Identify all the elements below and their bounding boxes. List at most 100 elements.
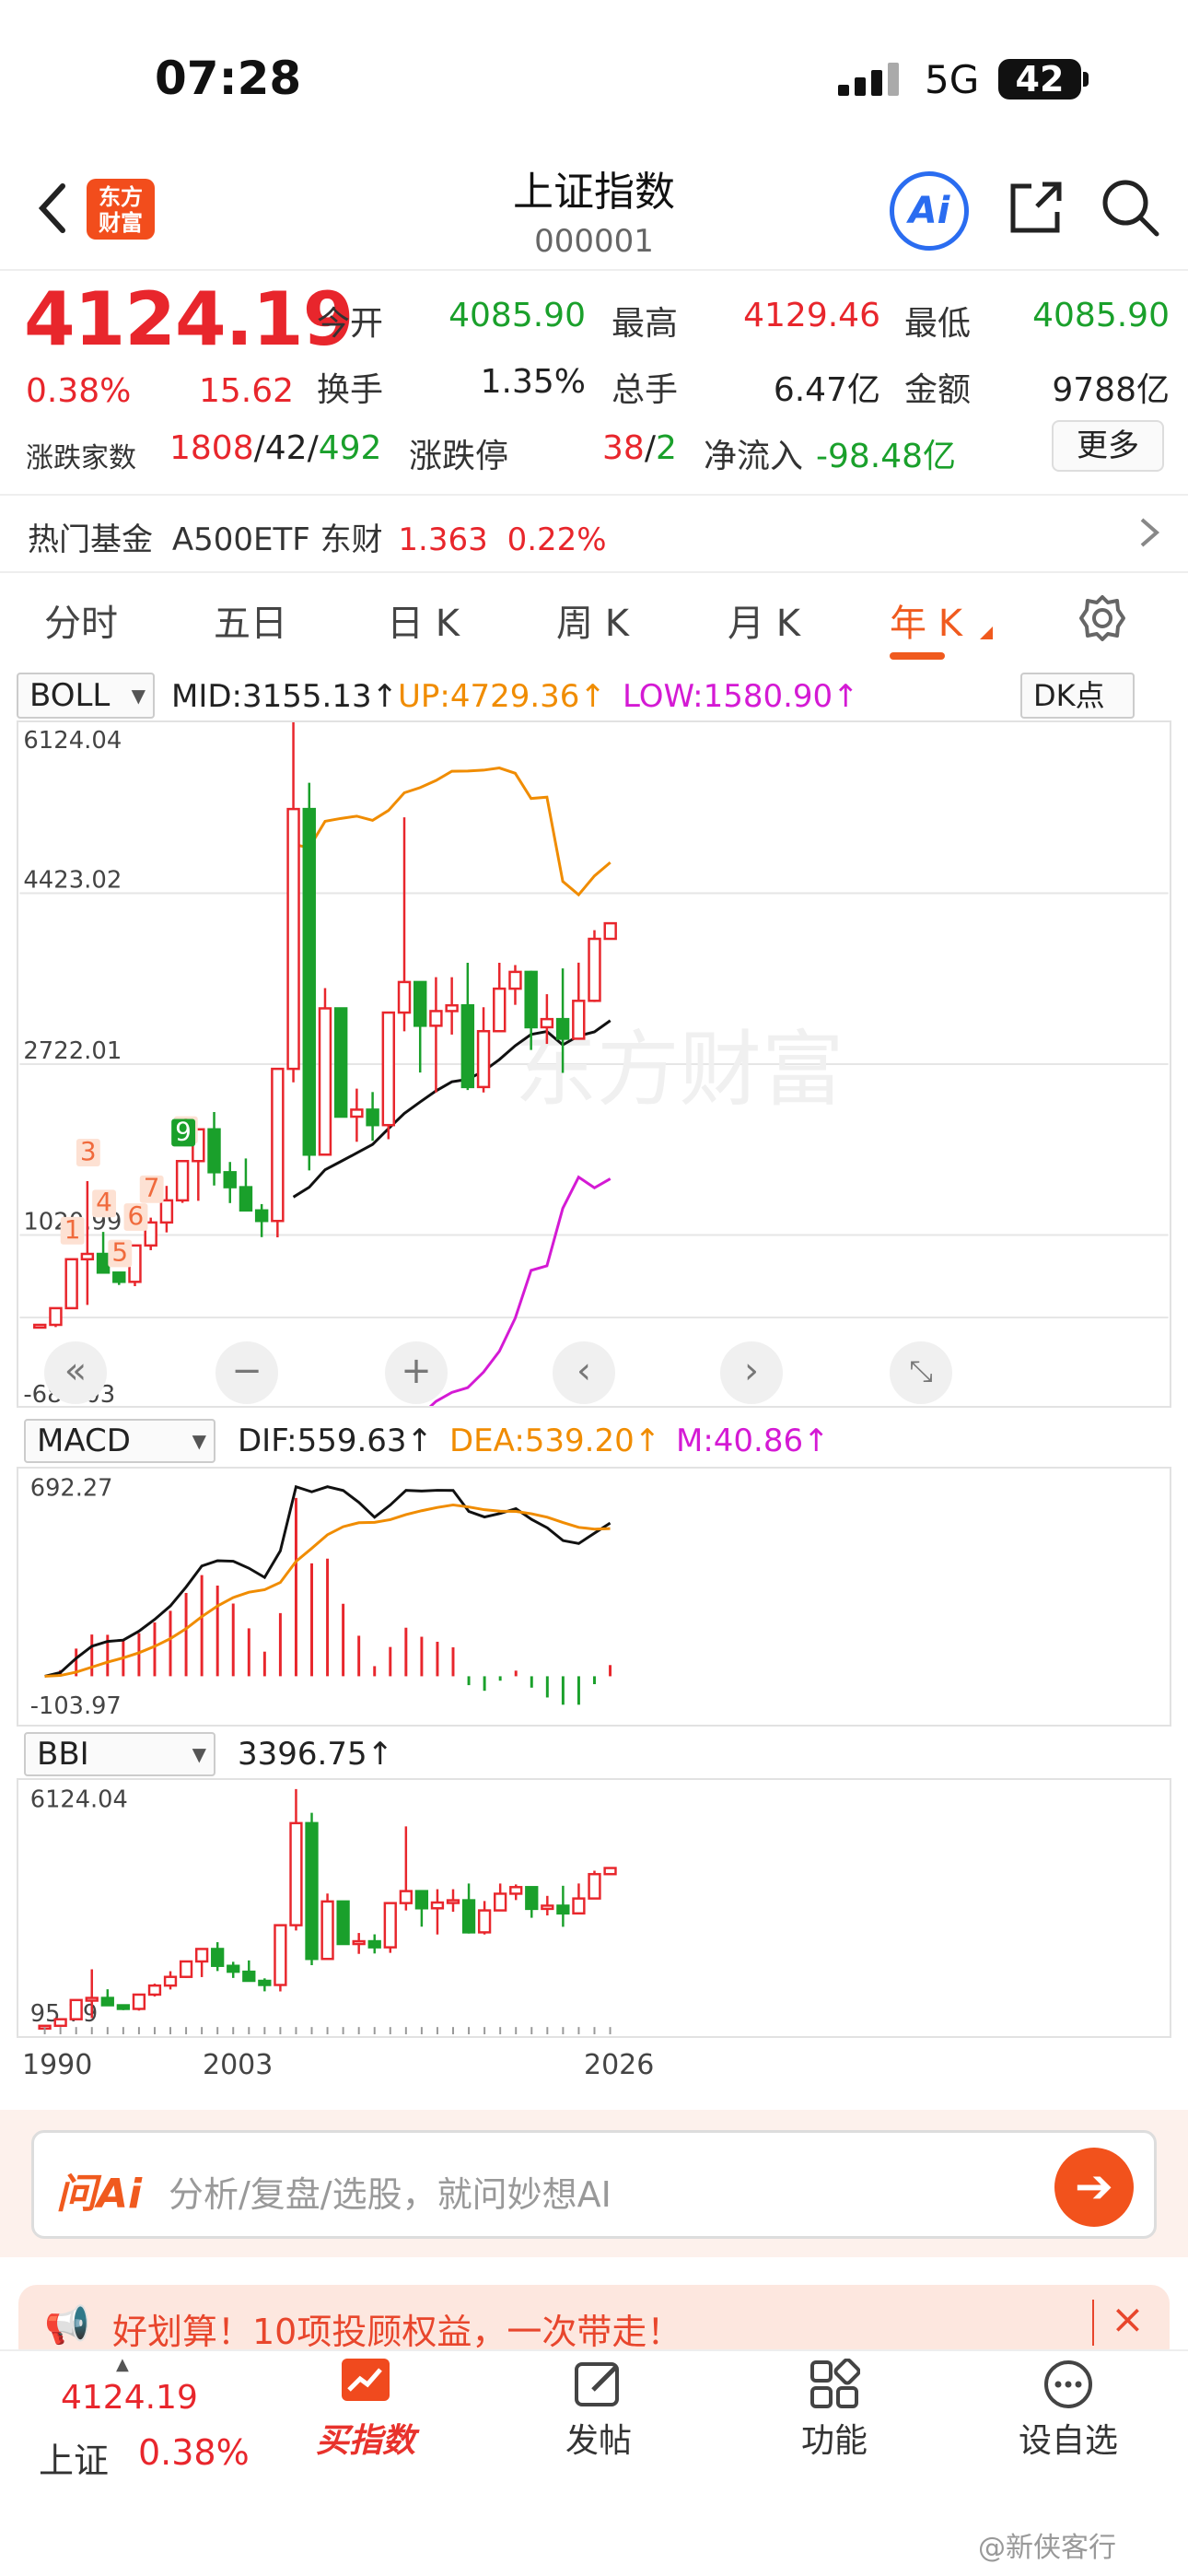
macd-selector[interactable]: MACD ▼: [24, 1419, 215, 1463]
marker-label: 4: [96, 1187, 112, 1217]
candle-body: [603, 1867, 617, 1876]
marker-label: 3: [80, 1136, 97, 1166]
candle-body: [223, 1171, 237, 1188]
nav-index-name[interactable]: 上证: [39, 2432, 109, 2483]
boll-up-line: [293, 767, 611, 897]
nav-buy-index[interactable]: 买指数: [287, 2355, 444, 2462]
macd-chart[interactable]: 692.27 -103.97: [17, 1467, 1171, 1727]
amount-value: 9788亿: [1052, 371, 1170, 409]
macd-ybot: -103.97: [30, 1692, 122, 1720]
double-left-icon[interactable]: «: [44, 1341, 107, 1404]
candle-body: [525, 1886, 539, 1911]
expand-icon[interactable]: ⤡: [890, 1341, 952, 1404]
candle-body: [207, 1128, 221, 1174]
candle-body: [572, 1897, 586, 1915]
ask-ai-input[interactable]: 问Ai 分析/复盘/选股，就问妙想AI ➔: [31, 2130, 1157, 2239]
zoom-out-icon[interactable]: −: [215, 1341, 278, 1404]
candle-body: [603, 921, 617, 941]
candle-body: [132, 1993, 146, 2010]
candle-body: [397, 980, 412, 1014]
x-tick-1990: 1990: [22, 2049, 93, 2081]
turnover-label: 换手: [317, 371, 384, 409]
netflow-label: 净流入: [704, 438, 804, 475]
caret-up-icon: ▲: [116, 2355, 129, 2374]
macd-m: M:40.86↑: [676, 1423, 830, 1459]
candle-body: [445, 1003, 459, 1013]
candle-body: [381, 1011, 396, 1127]
nav-index-pct[interactable]: 0.38%: [138, 2432, 250, 2473]
promo-divider: [1092, 2300, 1094, 2346]
candle-body: [556, 1904, 570, 1915]
arrow-right-icon[interactable]: ➔: [1054, 2148, 1134, 2227]
tab-indicator: [890, 652, 945, 660]
candle-body: [399, 1890, 413, 1904]
bbi-ytop: 6124.04: [30, 1786, 128, 1814]
apps-icon: [810, 2358, 861, 2408]
y-tick-label: 4423.02: [23, 867, 122, 895]
candle-body: [64, 1258, 78, 1310]
chevron-right-icon[interactable]: [1138, 516, 1160, 549]
boll-mid: MID:3155.13↑: [171, 678, 399, 715]
candle-body: [429, 1010, 443, 1027]
hot-fund-row[interactable]: 热门基金 A500ETF 东财 1.363 0.22%: [28, 514, 607, 559]
tab-dropdown-icon: [980, 626, 993, 639]
more-dots-icon: [1044, 2360, 1092, 2408]
candle-body: [572, 1000, 586, 1040]
ask-ai-brand: 问Ai: [56, 2171, 143, 2218]
main-kline-chart[interactable]: 东方财富 6124.044423.022722.011020.99-680.03…: [17, 720, 1171, 1408]
share-icon[interactable]: [1004, 175, 1068, 240]
zoom-in-icon[interactable]: +: [385, 1341, 448, 1404]
tab-daily-k[interactable]: 日 K: [387, 593, 460, 647]
candle-body: [352, 1939, 366, 1946]
dk-button[interactable]: DK点: [1020, 673, 1135, 719]
candle-body: [430, 1901, 445, 1910]
marker-label: 5: [111, 1236, 128, 1267]
fund-pct: 0.22%: [507, 521, 607, 558]
prev-icon[interactable]: ‹: [553, 1341, 615, 1404]
candle-body: [100, 1996, 114, 2007]
candle-body: [96, 1252, 111, 1274]
tab-weekly-k[interactable]: 周 K: [556, 593, 629, 647]
watermark-credit: @新侠客行: [978, 2532, 1116, 2564]
candle-body: [336, 1900, 350, 1946]
candle-body: [163, 1975, 178, 1987]
fund-label: 热门基金: [28, 521, 153, 558]
macd-ytop: 692.27: [30, 1475, 113, 1503]
candle-body: [53, 2018, 67, 2028]
tab-yearly-k[interactable]: 年 K: [890, 593, 962, 647]
nav-post[interactable]: 发帖: [525, 2359, 672, 2462]
more-button[interactable]: 更多: [1052, 420, 1164, 472]
candle-body: [366, 1108, 379, 1127]
fund-price: 1.363: [398, 521, 488, 558]
y-tick-label: 6124.04: [23, 727, 122, 755]
bbi-selector[interactable]: BBI ▼: [24, 1732, 215, 1776]
tab-monthly-k[interactable]: 月 K: [728, 593, 800, 647]
nav-index-price[interactable]: 4124.19: [61, 2379, 198, 2417]
candle-body: [49, 1306, 63, 1327]
change-value: 15.62: [199, 372, 295, 410]
nav-add-watchlist[interactable]: 设自选: [995, 2359, 1142, 2462]
gear-icon[interactable]: [1077, 593, 1127, 643]
close-icon[interactable]: ×: [1111, 2296, 1145, 2343]
candle-body: [242, 1970, 256, 1983]
nav-label: 功能: [800, 2422, 868, 2460]
x-tick-2003: 2003: [203, 2049, 274, 2081]
status-time: 07:28: [155, 52, 302, 105]
candle-body: [414, 1890, 429, 1910]
tab-intraday[interactable]: 分时: [44, 593, 118, 647]
search-icon[interactable]: [1098, 175, 1162, 240]
candle-body: [446, 1899, 460, 1904]
candle-body: [461, 1899, 476, 1934]
tab-five-day[interactable]: 五日: [214, 593, 287, 647]
candle-body: [367, 1939, 381, 1949]
next-icon[interactable]: ›: [720, 1341, 783, 1404]
candle-body: [239, 1186, 253, 1212]
boll-selector[interactable]: BOLL ▼: [17, 673, 155, 719]
ai-button[interactable]: Ai: [890, 171, 969, 251]
candle-body: [508, 970, 522, 990]
volume-value: 6.47亿: [773, 371, 880, 409]
high-value: 4129.46: [743, 297, 880, 334]
bbi-chart[interactable]: 6124.04 95.79: [17, 1778, 1171, 2038]
candle-body: [85, 1996, 99, 2002]
nav-functions[interactable]: 功能: [761, 2358, 908, 2462]
